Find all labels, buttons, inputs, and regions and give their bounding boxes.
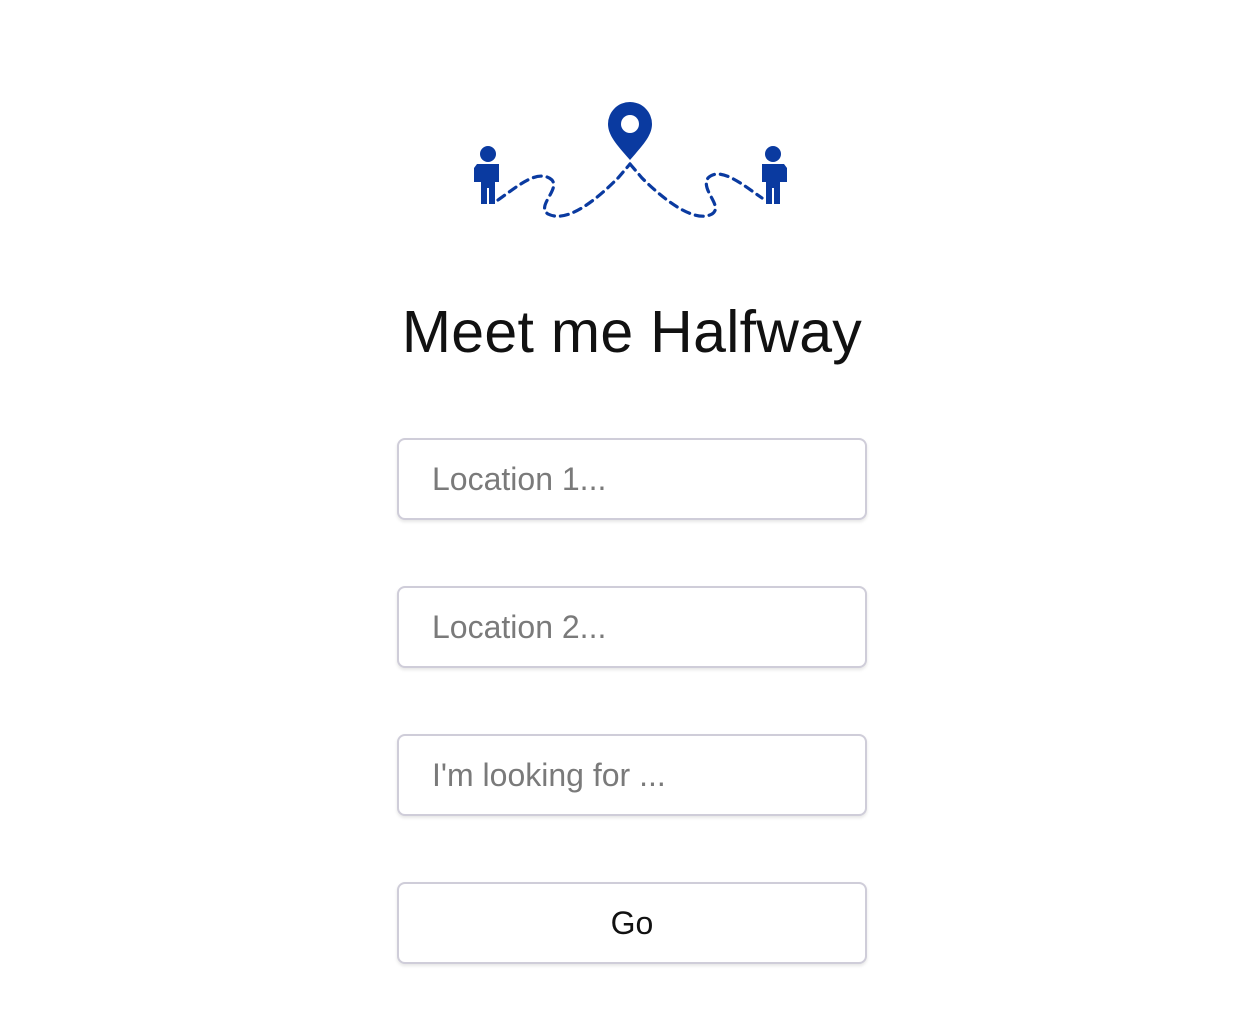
looking-for-input[interactable]: [397, 734, 867, 816]
location-2-input[interactable]: [397, 586, 867, 668]
location-1-input[interactable]: [397, 438, 867, 520]
meeting-point-map-icon: [468, 98, 792, 224]
go-button[interactable]: Go: [397, 882, 867, 964]
page-title: Meet me Halfway: [401, 299, 863, 365]
